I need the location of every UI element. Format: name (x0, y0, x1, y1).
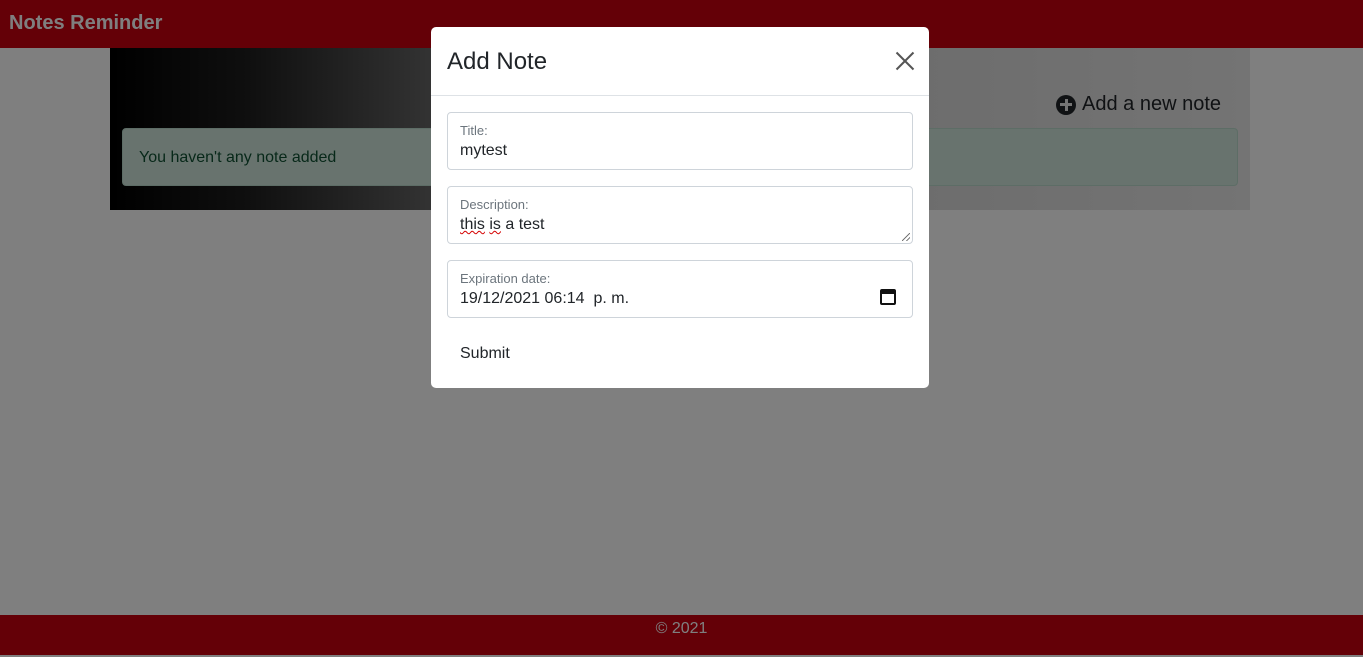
calendar-icon[interactable] (880, 289, 896, 305)
modal-title: Add Note (447, 48, 548, 75)
description-textarea[interactable]: this is a test (460, 216, 860, 234)
description-field[interactable]: Description: this is a test (447, 186, 913, 244)
expiration-date-input[interactable]: 19/12/2021 06:14 p. m. (460, 290, 860, 308)
resize-handle-icon[interactable] (902, 233, 910, 241)
description-text: a test (500, 216, 545, 233)
title-field-label: Title: (460, 123, 488, 138)
misspelled-word: is (489, 216, 501, 233)
title-input[interactable]: mytest (460, 142, 860, 160)
add-note-modal: Add Note Title: mytest Description: this… (431, 27, 929, 388)
close-icon[interactable] (895, 51, 915, 71)
expiration-date-field[interactable]: Expiration date: 19/12/2021 06:14 p. m. (447, 260, 913, 318)
description-field-label: Description: (460, 197, 529, 212)
submit-button[interactable]: Submit (460, 345, 510, 363)
misspelled-word: this (460, 216, 485, 233)
title-field[interactable]: Title: mytest (447, 112, 913, 170)
modal-header: Add Note (431, 27, 929, 96)
expiration-date-label: Expiration date: (460, 271, 551, 286)
